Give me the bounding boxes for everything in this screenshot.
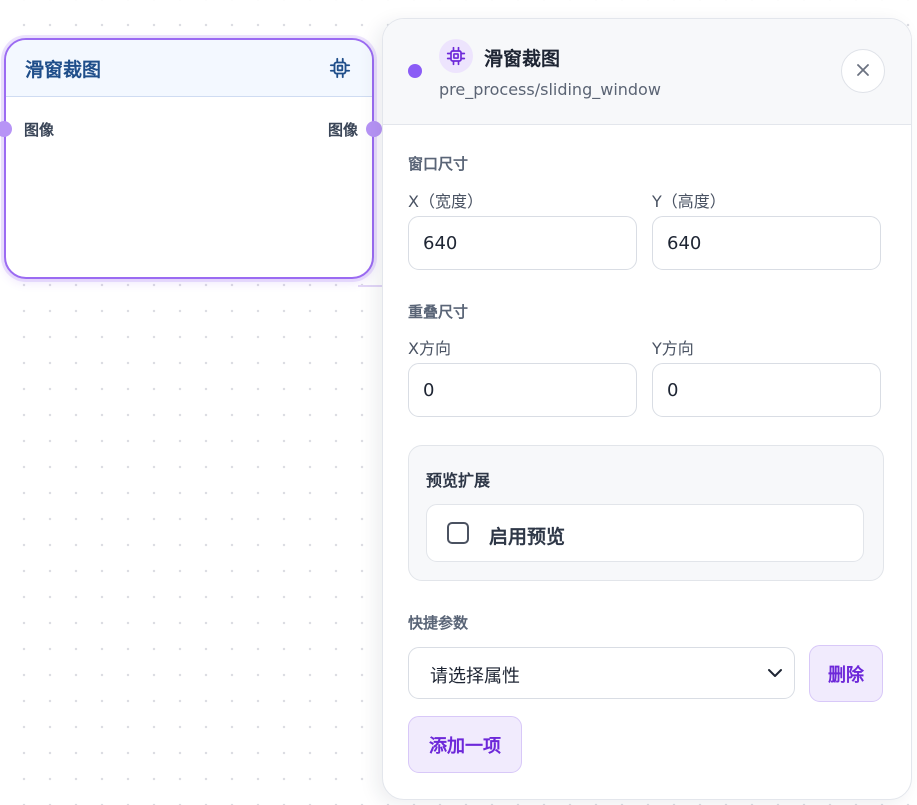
overlap-x-label: X方向 bbox=[408, 339, 451, 358]
edge-connector bbox=[358, 285, 384, 287]
add-item-button[interactable]: 添加一项 bbox=[408, 716, 522, 773]
enable-preview-checkbox[interactable] bbox=[447, 522, 469, 544]
attribute-select[interactable]: 请选择属性 bbox=[408, 647, 795, 699]
close-icon bbox=[856, 62, 870, 81]
close-button[interactable] bbox=[841, 49, 885, 93]
enable-preview-label: 启用预览 bbox=[489, 526, 566, 548]
window-x-input[interactable] bbox=[408, 216, 637, 270]
input-port-handle[interactable] bbox=[0, 121, 12, 137]
panel-subtitle: pre_process/sliding_window bbox=[439, 80, 661, 99]
panel-title: 滑窗裁图 bbox=[484, 48, 561, 70]
node-title: 滑窗裁图 bbox=[25, 58, 102, 81]
cpu-chip-icon bbox=[328, 56, 352, 80]
window-y-input[interactable] bbox=[652, 216, 881, 270]
output-port-label: 图像 bbox=[327, 121, 358, 139]
overlap-x-input[interactable] bbox=[408, 363, 637, 417]
overlap-y-label: Y方向 bbox=[652, 339, 694, 358]
window-x-label: X（宽度） bbox=[408, 192, 483, 211]
overlap-y-input[interactable] bbox=[652, 363, 881, 417]
sliding-window-node[interactable]: 滑窗裁图 图像 图像 bbox=[0, 38, 382, 279]
status-indicator bbox=[408, 64, 422, 78]
window-y-label: Y（高度） bbox=[652, 192, 726, 211]
preview-section: 预览扩展 启用预览 bbox=[408, 445, 884, 581]
node-header[interactable]: 滑窗裁图 bbox=[6, 40, 372, 97]
cpu-chip-icon bbox=[439, 39, 473, 73]
properties-panel: 滑窗裁图 pre_process/sliding_window 窗口尺寸 X（宽… bbox=[382, 18, 912, 800]
output-port-handle[interactable] bbox=[366, 121, 382, 137]
window-size-section-title: 窗口尺寸 bbox=[408, 155, 469, 173]
chevron-down-icon bbox=[766, 664, 784, 682]
preview-section-title: 预览扩展 bbox=[426, 471, 491, 490]
input-port-label: 图像 bbox=[24, 121, 55, 139]
quick-params-section-title: 快捷参数 bbox=[408, 614, 469, 632]
overlap-section-title: 重叠尺寸 bbox=[408, 303, 469, 321]
enable-preview-toggle[interactable]: 启用预览 bbox=[426, 504, 864, 562]
panel-header: 滑窗裁图 pre_process/sliding_window bbox=[383, 19, 911, 125]
delete-button[interactable]: 删除 bbox=[809, 645, 883, 702]
attribute-select-placeholder: 请选择属性 bbox=[430, 666, 520, 687]
